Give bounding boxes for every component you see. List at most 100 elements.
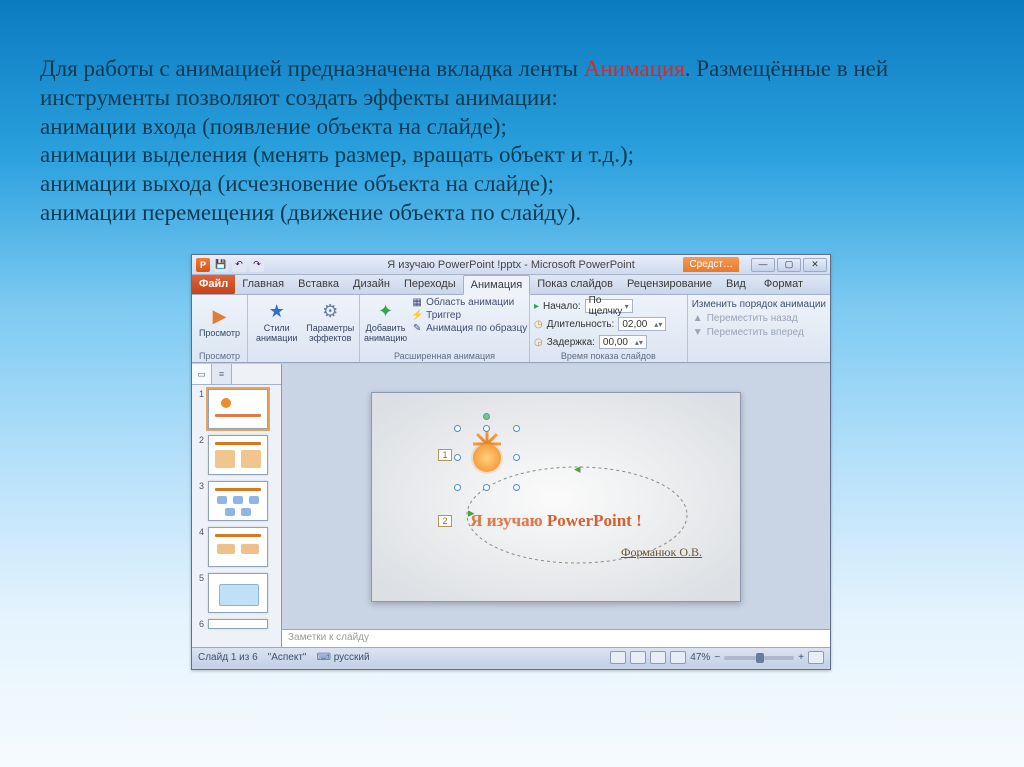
thumbnail-4[interactable]	[208, 527, 268, 567]
start-field[interactable]: ▸ Начало: По щелчку▾	[534, 299, 666, 313]
thumbnail-list: 1 2 3	[192, 385, 281, 647]
animation-styles-button[interactable]: ★ Стилианимации	[252, 297, 302, 347]
tab-slideshow[interactable]: Показ слайдов	[530, 275, 620, 294]
sun-shape[interactable]	[462, 433, 512, 483]
group-preview: Просмотр	[196, 350, 243, 361]
thumbnail-5[interactable]	[208, 573, 268, 613]
play-small-icon: ▸	[534, 301, 539, 312]
title-part2: PowerPoint !	[547, 511, 642, 530]
zoom-in-button[interactable]: +	[798, 652, 804, 663]
delay-field[interactable]: ◶ Задержка: 00,00 ▴▾	[534, 335, 666, 349]
notes-pane[interactable]: Заметки к слайду	[282, 629, 830, 647]
painter-label: Анимация по образцу	[426, 323, 527, 334]
thumb-num: 4	[194, 527, 204, 537]
intro-line2: анимации входа (появление объекта на сла…	[40, 114, 507, 139]
tab-view[interactable]: Вид	[719, 275, 753, 294]
chevron-down-icon[interactable]: ▾	[625, 302, 629, 311]
group-reorder	[692, 350, 826, 361]
qat-redo-icon[interactable]: ↷	[250, 258, 264, 272]
clock-icon: ◷	[534, 319, 543, 330]
move-forward-button[interactable]: ▼Переместить вперед	[692, 327, 826, 338]
animation-painter-button[interactable]: ✎Анимация по образцу	[411, 323, 527, 334]
chevron-down-icon-2: ▼	[692, 327, 704, 338]
close-button[interactable]: ✕	[803, 258, 827, 272]
status-lang-label: русский	[334, 652, 370, 663]
qat-save-icon[interactable]: 💾	[214, 258, 228, 272]
add-label: Добавитьанимацию	[364, 324, 407, 344]
thumb-num: 1	[194, 389, 204, 399]
minimize-button[interactable]: —	[751, 258, 775, 272]
intro-line1a: Для работы с анимацией предназначена вкл…	[40, 56, 584, 81]
slide-author: Форманюк О.В.	[621, 545, 702, 560]
slides-tab-icon[interactable]: ▭	[192, 364, 212, 384]
spinner-icon-2[interactable]: ▴▾	[635, 338, 643, 347]
animation-pane-button[interactable]: ▦Область анимации	[411, 297, 527, 308]
thumbnail-1[interactable]	[208, 389, 268, 429]
move-back-label: Переместить назад	[707, 313, 798, 324]
selection-handles[interactable]	[458, 429, 516, 487]
thumb-num: 6	[194, 619, 204, 629]
view-slideshow-button[interactable]	[670, 651, 686, 664]
reorder-title: Изменить порядок анимации	[692, 299, 826, 310]
preview-button[interactable]: ▶ Просмотр	[196, 297, 243, 347]
workspace: ▭ ≡ 1 2 3	[192, 363, 830, 647]
maximize-button[interactable]: ▢	[777, 258, 801, 272]
star-plus-icon: ✦	[375, 300, 397, 322]
painter-icon: ✎	[411, 323, 423, 334]
spinner-icon[interactable]: ▴▾	[654, 320, 662, 329]
play-icon: ▶	[209, 305, 231, 327]
tab-animation[interactable]: Анимация	[463, 275, 531, 295]
add-animation-button[interactable]: ✦ Добавитьанимацию	[364, 297, 407, 347]
move-back-button[interactable]: ▲Переместить назад	[692, 313, 826, 324]
start-value: По щелчку	[589, 295, 625, 317]
title-part1: Я изучаю	[470, 511, 547, 530]
motion-end-icon: ◂	[574, 461, 581, 477]
move-fwd-label: Переместить вперед	[707, 327, 804, 338]
intro-paragraph: Для работы с анимацией предназначена вкл…	[40, 55, 970, 228]
group-animation	[252, 350, 355, 361]
qat-undo-icon[interactable]: ↶	[232, 258, 246, 272]
app-logo-icon: P	[196, 258, 210, 272]
delay-value: 00,00	[603, 337, 628, 348]
slide-panel: ▭ ≡ 1 2 3	[192, 364, 282, 647]
zoom-out-button[interactable]: −	[714, 652, 720, 663]
outline-tab-icon[interactable]: ≡	[212, 364, 232, 384]
view-reading-button[interactable]	[650, 651, 666, 664]
titlebar: P 💾 ↶ ↷ Я изучаю PowerPoint !pptx - Micr…	[192, 255, 830, 275]
tab-review[interactable]: Рецензирование	[620, 275, 719, 294]
sequence-tag-1[interactable]: 1	[438, 449, 452, 461]
tab-design[interactable]: Дизайн	[346, 275, 397, 294]
duration-field[interactable]: ◷ Длительность: 02,00▴▾	[534, 317, 666, 331]
status-slide: Слайд 1 из 6	[198, 652, 258, 663]
gear-icon: ⚙	[319, 300, 341, 322]
delay-icon: ◶	[534, 337, 543, 348]
tab-transitions[interactable]: Переходы	[397, 275, 463, 294]
pane-label: Область анимации	[426, 297, 514, 308]
star-icon: ★	[266, 300, 288, 322]
view-normal-button[interactable]	[610, 651, 626, 664]
rotate-handle[interactable]	[483, 413, 490, 420]
effect-options-button[interactable]: ⚙ Параметрыэффектов	[306, 297, 356, 347]
fit-button[interactable]	[808, 651, 824, 664]
powerpoint-window: P 💾 ↶ ↷ Я изучаю PowerPoint !pptx - Micr…	[191, 254, 831, 670]
tab-home[interactable]: Главная	[235, 275, 291, 294]
chevron-up-icon: ▲	[692, 313, 704, 324]
tab-insert[interactable]: Вставка	[291, 275, 346, 294]
tab-file[interactable]: Файл	[192, 275, 235, 294]
trigger-button[interactable]: ⚡Триггер	[411, 310, 527, 321]
intro-line4: анимации выхода (исчезновение объекта на…	[40, 171, 554, 196]
thumbnail-2[interactable]	[208, 435, 268, 475]
thumbnail-3[interactable]	[208, 481, 268, 521]
slide-canvas[interactable]: 1 2 ▸ ◂	[282, 364, 830, 629]
group-advanced: Расширенная анимация	[364, 350, 525, 361]
group-timing: Время показа слайдов	[534, 350, 683, 361]
view-sorter-button[interactable]	[630, 651, 646, 664]
duration-label: Длительность:	[547, 319, 615, 330]
zoom-slider[interactable]	[724, 656, 794, 660]
styles-label: Стилианимации	[256, 324, 297, 344]
delay-label: Задержка:	[547, 337, 595, 348]
tab-format[interactable]: Формат	[757, 275, 810, 294]
thumbnail-6[interactable]	[208, 619, 268, 629]
start-label: Начало:	[543, 301, 581, 312]
thumb-num: 5	[194, 573, 204, 583]
